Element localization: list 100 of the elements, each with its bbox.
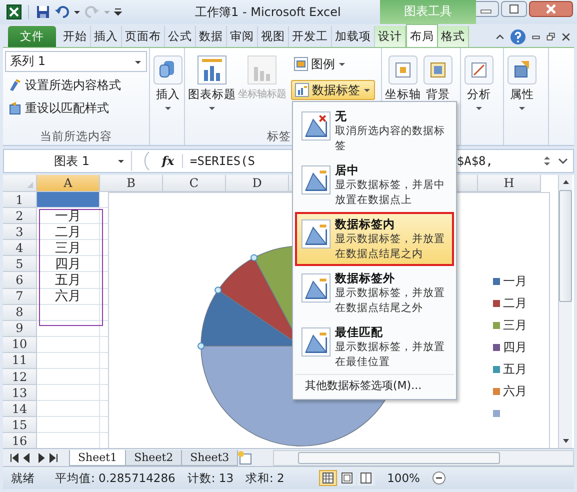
properties-button[interactable]: 属性 xyxy=(506,51,538,125)
reset-icon xyxy=(8,101,22,115)
column-header[interactable]: D xyxy=(226,175,289,192)
caret-icon xyxy=(164,104,172,112)
row-header[interactable]: 2 xyxy=(3,208,37,224)
corner-triangle-icon xyxy=(26,181,34,189)
sheet-tab[interactable]: Sheet1 xyxy=(69,450,126,466)
menu-item[interactable]: 无 取消所选内容的数据标签 xyxy=(295,104,454,158)
data-labels-button[interactable]: 数据标签 xyxy=(291,80,375,100)
menu-item[interactable]: 居中 显示数据标签，并居中放置在数据点上 xyxy=(295,158,454,212)
axis-title-icon xyxy=(247,55,277,85)
maximize-icon[interactable] xyxy=(501,1,527,17)
caret-icon[interactable] xyxy=(73,8,81,16)
caret-icon xyxy=(208,104,216,112)
row-header[interactable]: 8 xyxy=(3,304,37,321)
status-text: 就绪 xyxy=(11,470,35,486)
legend-icon xyxy=(294,57,308,71)
table-cell: 五月 xyxy=(37,272,100,289)
insert-sheet-icon[interactable] xyxy=(237,450,254,466)
column-header[interactable]: A xyxy=(37,175,100,192)
ribbon-tab[interactable]: 设计 xyxy=(375,26,406,47)
reset-style-button[interactable]: 重设以匹配样式 xyxy=(5,98,147,118)
caret-icon xyxy=(518,104,526,112)
column-header[interactable]: C xyxy=(163,175,226,192)
help-icon[interactable] xyxy=(510,28,526,44)
column-header[interactable]: B xyxy=(100,175,163,192)
trendline-icon xyxy=(464,55,494,85)
insert-function-button[interactable]: fx xyxy=(154,154,183,168)
menu-item[interactable]: 数据标签外 显示数据标签，并放置在数据点结尾之外 xyxy=(295,266,454,320)
name-box[interactable]: 图表 1 xyxy=(4,151,132,171)
zoom-level[interactable]: 100% xyxy=(387,471,420,485)
ribbon-tab[interactable]: 文件 xyxy=(8,26,56,47)
data-label-icon xyxy=(301,219,331,249)
legend-label: 四月 xyxy=(503,338,527,356)
insert-button[interactable]: 插入 xyxy=(152,51,184,125)
customize-icon[interactable] xyxy=(114,8,122,16)
menu-item[interactable]: 数据标签内 显示数据标签，并放置在数据点结尾之内 xyxy=(295,212,454,266)
ribbon-tab[interactable]: 格式 xyxy=(438,26,469,47)
down-arrow-icon xyxy=(562,437,570,445)
format-selection-button[interactable]: 设置所选内容格式 xyxy=(5,75,147,95)
sheet-tab[interactable]: Sheet3 xyxy=(181,450,238,466)
more-options-item[interactable]: 其他数据标签选项(M)... xyxy=(295,374,454,397)
analysis-button[interactable]: 分析 xyxy=(463,51,495,125)
table-cell: 三月 xyxy=(37,240,100,256)
up-arrow-icon xyxy=(562,178,570,186)
restore-icon[interactable] xyxy=(546,32,556,42)
brush-icon xyxy=(8,78,22,92)
legend-button[interactable]: 图例 xyxy=(291,54,375,74)
normal-view-icon[interactable] xyxy=(319,470,338,486)
legend-label: 三月 xyxy=(503,316,527,334)
selection-handle[interactable] xyxy=(198,342,204,350)
ribbon-tab[interactable]: 布局 xyxy=(406,24,438,47)
excel-icon[interactable] xyxy=(6,4,22,20)
status-text: 求和: 2 xyxy=(246,470,284,486)
row-header[interactable]: 14 xyxy=(3,401,37,418)
chart-element-dropdown[interactable]: 系列 1 xyxy=(5,51,147,72)
selection-handle[interactable] xyxy=(214,286,222,294)
chart-title-button[interactable]: 图表标题 xyxy=(187,51,237,125)
row-header[interactable]: 1 xyxy=(3,192,37,208)
collapse-ribbon-icon[interactable] xyxy=(495,32,505,42)
table-cell: 二月 xyxy=(37,224,100,240)
zoom-out-icon[interactable] xyxy=(432,471,446,485)
horizontal-scrollbar[interactable] xyxy=(273,450,574,466)
row-header[interactable]: 9 xyxy=(3,320,37,337)
row-header[interactable]: 12 xyxy=(3,369,37,386)
caret-icon xyxy=(117,157,125,165)
data-label-icon xyxy=(301,165,331,195)
row-header[interactable]: 4 xyxy=(3,240,37,256)
window-title: 工作簿1 - Microsoft Excel xyxy=(195,4,341,20)
legend-label: 五月 xyxy=(503,360,527,378)
status-text: 计数: 13 xyxy=(187,470,234,486)
sheet-tab[interactable]: Sheet2 xyxy=(125,450,182,466)
group-label: 标签 xyxy=(267,129,291,145)
row-header[interactable]: 10 xyxy=(3,336,37,353)
background-icon xyxy=(423,55,453,85)
vertical-scrollbar[interactable] xyxy=(558,175,572,448)
row-header[interactable]: 7 xyxy=(3,288,37,305)
close-icon[interactable] xyxy=(561,32,571,42)
chart-tools-label: 图表工具 xyxy=(380,0,476,24)
row-header[interactable]: 3 xyxy=(3,224,37,240)
row-header[interactable]: 6 xyxy=(3,272,37,289)
close-icon[interactable] xyxy=(529,1,573,17)
axes-icon xyxy=(388,55,418,85)
row-header[interactable]: 13 xyxy=(3,385,37,402)
menu-item[interactable]: 最佳匹配 显示数据标签，并放置在最佳位置 xyxy=(295,320,454,374)
table-cell: 六月 xyxy=(37,288,100,305)
row-header[interactable]: 11 xyxy=(3,352,37,370)
row-header[interactable]: 16 xyxy=(3,433,37,448)
row-header[interactable]: 15 xyxy=(3,417,37,434)
caret-icon xyxy=(363,86,371,94)
page-layout-icon[interactable] xyxy=(338,470,356,486)
undo-icon[interactable] xyxy=(54,4,70,20)
no-labels-icon xyxy=(301,111,331,141)
selection-handle[interactable] xyxy=(250,254,258,262)
save-icon[interactable] xyxy=(35,4,51,20)
caret-icon xyxy=(338,60,346,68)
page-break-icon[interactable] xyxy=(357,470,376,486)
row-header[interactable]: 5 xyxy=(3,256,37,272)
legend-label: 二月 xyxy=(503,294,527,312)
column-header[interactable]: H xyxy=(478,175,541,192)
